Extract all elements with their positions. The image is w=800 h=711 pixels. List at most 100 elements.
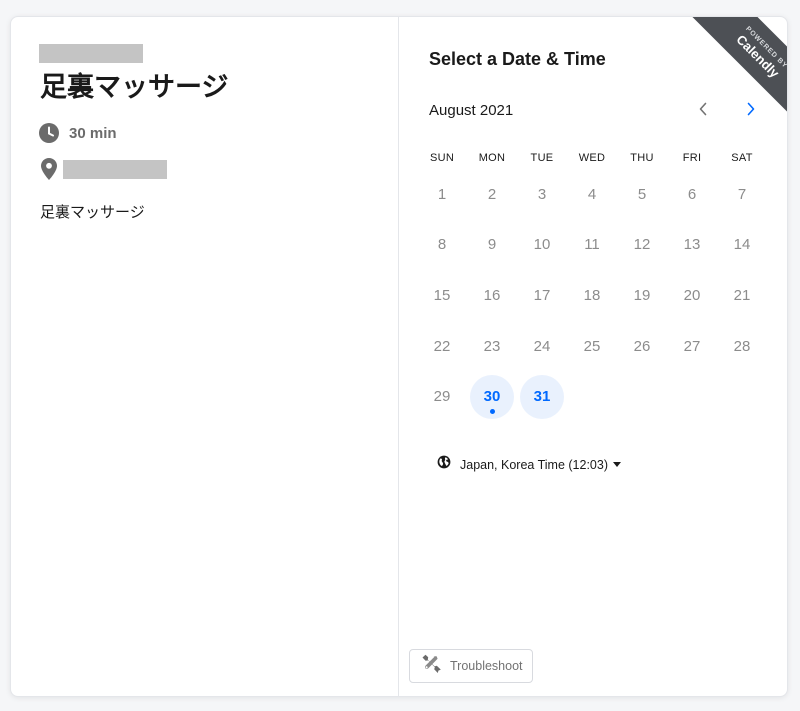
calendar-day-number: 1 [437,185,447,203]
event-description: 足裏マッサージ [40,204,145,221]
event-location [39,158,167,180]
caret-down-icon [613,462,621,467]
calendar-day: 24 [520,324,564,368]
calendar-day: 11 [570,223,614,267]
calendar-day: 6 [670,172,714,216]
calendar-day-cell: 21 [717,270,767,320]
calendar-week: 1 2 3 4 5 6 7 [417,169,767,220]
calendar-day-number: 17 [533,286,551,304]
calendar-day-number: 14 [733,236,751,254]
calendar-day-number: 22 [433,337,451,355]
calendar-day-cell: 30 [467,372,517,422]
calendar-day-number: 8 [437,236,447,254]
calendar-day-cell: 24 [517,321,567,371]
calendar-day-cell: 7 [717,169,767,219]
calendar-day-number: 16 [483,286,501,304]
calendar-day-number: 5 [637,185,647,203]
calendar-day-number: 24 [533,337,551,355]
calendar-day-number: 3 [537,185,547,203]
calendar-day: 28 [720,324,764,368]
timezone-selector[interactable]: Japan, Korea Time (12:03) [437,455,621,474]
event-duration: 30 min [39,122,117,144]
weekday-tue: TUE [530,152,554,164]
calendar-day: 18 [570,273,614,317]
calendar-day-cell [667,372,717,422]
calendar-day-cell: 22 [417,321,467,371]
calendar-day: 21 [720,273,764,317]
calendar-day: 27 [670,324,714,368]
calendar-day-cell: 1 [417,169,467,219]
weekday-sun: SUN [429,152,455,164]
today-indicator-dot [489,408,495,414]
troubleshoot-label: Troubleshoot [450,659,523,673]
calendar-day: 1 [420,172,464,216]
calendar-day: 13 [670,223,714,267]
calendar-day-cell: 23 [467,321,517,371]
date-picker-panel: Select a Date & Time August 2021 SUN MON… [399,17,787,696]
calendar-day-cell [617,372,667,422]
calendar-day-cell: 5 [617,169,667,219]
calendar-day-number: 29 [433,388,451,406]
calendar-week: 8 9 10 11 12 13 14 [417,220,767,271]
badge-ribbon: POWERED BY Calendly [691,17,787,116]
calendar-day: 19 [620,273,664,317]
calendar-week: 29 30 31 [417,371,767,422]
redacted-organizer-name [39,44,143,63]
calendar-day-cell: 4 [567,169,617,219]
calendar-day-cell: 29 [417,372,467,422]
calendar-week: 15 16 17 18 19 20 21 [417,270,767,321]
calendar-day: 2 [470,172,514,216]
weekday-fri: FRI [682,152,702,164]
calendar-day-cell: 16 [467,270,517,320]
month-label: August 2021 [429,102,514,119]
wrench-icon [420,654,442,679]
powered-by-badge[interactable]: POWERED BY Calendly [688,17,787,116]
calendar-day: 9 [470,223,514,267]
calendar-day-cell: 8 [417,220,467,270]
calendar-day-cell: 15 [417,270,467,320]
calendar-day-number: 30 [483,388,501,406]
calendar-day-number: 6 [687,185,697,203]
calendar-day-cell: 18 [567,270,617,320]
clock-icon [39,122,59,144]
section-title: Select a Date & Time [429,49,606,69]
calendar-day-number: 25 [583,337,601,355]
calendar-day-number: 23 [483,337,501,355]
troubleshoot-button[interactable]: Troubleshoot [409,649,533,683]
calendar-day: 20 [670,273,714,317]
calendar-day-cell: 3 [517,169,567,219]
calendar-day: 23 [470,324,514,368]
calendar-day-number: 7 [737,185,747,203]
calendar-week: 22 23 24 25 26 27 28 [417,321,767,372]
calendar-day-cell: 17 [517,270,567,320]
calendar-day-cell [717,372,767,422]
calendar-day: 25 [570,324,614,368]
weekday-sat: SAT [731,152,753,164]
booking-card: 足裏マッサージ 30 min 足裏マッサージ Select a Date & T… [10,16,788,697]
calendar-day-cell: 12 [617,220,667,270]
calendar-day-cell [567,372,617,422]
globe-icon [437,455,451,474]
event-details-panel: 足裏マッサージ 30 min 足裏マッサージ [11,17,399,696]
calendar-day-number: 13 [683,236,701,254]
calendar-day: 16 [470,273,514,317]
map-pin-icon [39,158,59,180]
calendar-day: 7 [720,172,764,216]
timezone-label: Japan, Korea Time (12:03) [460,457,608,472]
calendar-day: 22 [420,324,464,368]
calendar-day: 12 [620,223,664,267]
calendar-day: 8 [420,223,464,267]
calendar-day: 14 [720,223,764,267]
calendar-day-number: 28 [733,337,751,355]
calendar-day-number: 20 [683,286,701,304]
calendar-day-available[interactable]: 30 [470,374,514,419]
calendar-day-cell: 31 [517,372,567,422]
calendar-day-cell: 9 [467,220,517,270]
calendar-day-number: 27 [683,337,701,355]
duration-label: 30 min [69,124,117,142]
weekday-mon: MON [478,152,506,164]
weekday-thu: THU [630,152,654,164]
calendar-day: 15 [420,273,464,317]
redacted-location [63,159,167,179]
calendar-day-available[interactable]: 31 [520,374,564,419]
